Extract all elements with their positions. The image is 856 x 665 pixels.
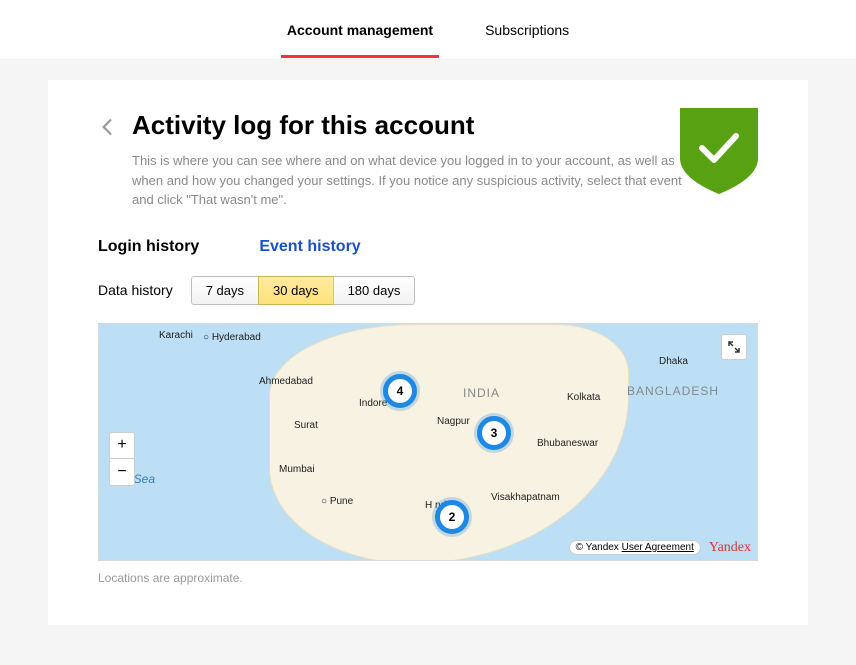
- page-description: This is where you can see where and on w…: [132, 151, 692, 210]
- zoom-in-button[interactable]: +: [110, 433, 134, 459]
- city-label: Dhaka: [659, 356, 688, 367]
- back-chevron-icon[interactable]: [98, 118, 116, 136]
- subtab-event-history[interactable]: Event history: [259, 238, 360, 256]
- expand-icon: [728, 341, 740, 353]
- country-label-bangladesh: BANGLADESH: [627, 384, 719, 398]
- city-label: Surat: [294, 420, 318, 431]
- locations-footnote: Locations are approximate.: [98, 571, 758, 585]
- data-history-label: Data history: [98, 282, 173, 298]
- city-label: Karachi: [159, 330, 193, 341]
- map-attribution: © Yandex User Agreement Yandex: [569, 540, 751, 556]
- map-cluster[interactable]: 2: [435, 500, 469, 534]
- page-body: Activity log for this account This is wh…: [0, 60, 856, 665]
- shield-check-icon: [680, 108, 758, 194]
- zoom-out-button[interactable]: −: [110, 459, 134, 485]
- city-label: ○ Hyderabad: [203, 332, 261, 343]
- map-copyright: © Yandex User Agreement: [569, 540, 701, 555]
- country-label-india: INDIA: [463, 386, 500, 400]
- tab-subscriptions[interactable]: Subscriptions: [479, 2, 575, 58]
- login-map[interactable]: an Sea Karachi ○ Hyderabad Ahmedabad Ind…: [98, 323, 758, 561]
- city-label: Visakhapatnam: [491, 492, 560, 503]
- city-label: ○ Pune: [321, 496, 353, 507]
- page-title: Activity log for this account: [132, 110, 692, 141]
- city-label: Ahmedabad: [259, 376, 313, 387]
- date-range-segment: 7 days 30 days 180 days: [191, 276, 416, 305]
- city-label: Kolkata: [567, 392, 600, 403]
- range-7-days[interactable]: 7 days: [191, 276, 259, 305]
- user-agreement-link[interactable]: User Agreement: [622, 542, 694, 553]
- tab-account-management[interactable]: Account management: [281, 2, 439, 58]
- map-fullscreen-button[interactable]: [721, 334, 747, 360]
- shield-badge: [680, 108, 758, 199]
- activity-card: Activity log for this account This is wh…: [48, 80, 808, 625]
- city-label: Indore: [359, 398, 387, 409]
- map-brand-logo: Yandex: [709, 540, 751, 556]
- range-30-days[interactable]: 30 days: [258, 276, 334, 305]
- map-cluster[interactable]: 3: [477, 416, 511, 450]
- city-label: Mumbai: [279, 464, 315, 475]
- top-navigation: Account management Subscriptions: [0, 0, 856, 60]
- subtab-login-history[interactable]: Login history: [98, 238, 199, 256]
- map-zoom-control: + −: [109, 432, 135, 486]
- city-label: Bhubaneswar: [537, 438, 598, 449]
- city-label: Nagpur: [437, 416, 470, 427]
- range-180-days[interactable]: 180 days: [333, 276, 416, 305]
- map-cluster[interactable]: 4: [383, 374, 417, 408]
